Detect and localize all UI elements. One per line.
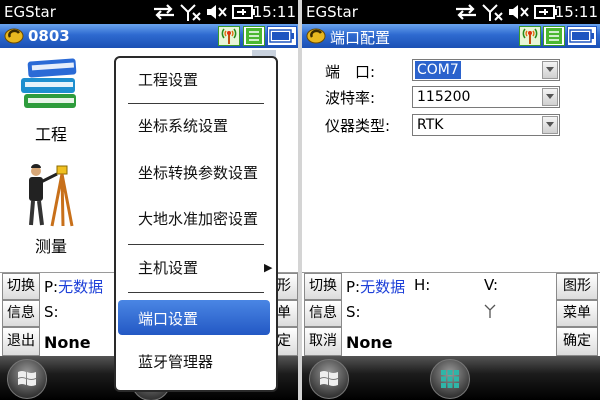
menu-item-receiver-settings[interactable]: 主机设置 ▶ <box>116 254 276 282</box>
solution-status: None <box>346 333 393 352</box>
chevron-down-icon[interactable] <box>542 88 558 106</box>
menu-item-geoid-densification[interactable]: 大地水准加密设置 <box>116 205 276 233</box>
menu-item-project-settings[interactable]: 工程设置 <box>116 66 276 94</box>
page-title: 端口配置 <box>330 29 391 47</box>
graph-button[interactable]: 图形 <box>556 273 598 300</box>
menu-divider <box>128 103 264 104</box>
page-title: 0803 <box>28 27 70 45</box>
info-button[interactable]: 信息 <box>304 300 342 327</box>
app-name: EGStar <box>306 3 358 21</box>
satellite-label: S: <box>346 303 361 321</box>
menu-item-transform-params[interactable]: 坐标转换参数设置 <box>116 159 276 187</box>
menu-item-label: 端口设置 <box>138 310 199 328</box>
egstar-logo-icon <box>306 28 326 48</box>
windows-logo-icon <box>18 371 36 386</box>
exit-button[interactable]: 退出 <box>2 327 40 356</box>
list-icon[interactable] <box>543 26 565 50</box>
switch-button[interactable]: 切换 <box>304 273 342 300</box>
signal-off-icon[interactable] <box>482 4 504 25</box>
status-bar: EGStar 15:11 <box>302 0 600 24</box>
confirm-button[interactable]: 确定 <box>556 327 598 356</box>
menu-item-bluetooth-manager[interactable]: 蓝牙管理器 <box>116 348 276 376</box>
chevron-down-icon[interactable] <box>542 116 558 134</box>
taskbar <box>302 356 600 400</box>
menu-divider <box>128 292 264 293</box>
position-status: P:无数据 <box>44 276 103 297</box>
antenna-icon <box>484 304 496 322</box>
cancel-button[interactable]: 取消 <box>304 327 342 356</box>
signal-off-icon[interactable] <box>180 4 202 25</box>
keyboard-button[interactable] <box>430 359 470 399</box>
sync-arrows-icon[interactable] <box>454 4 478 24</box>
start-button[interactable] <box>309 359 349 399</box>
home-item-project-label[interactable]: 工程 <box>35 121 67 145</box>
instrument-type-value: RTK <box>417 117 444 133</box>
info-button[interactable]: 信息 <box>2 300 40 327</box>
surveyor-tripod-icon[interactable] <box>22 162 82 232</box>
menu-divider <box>128 244 264 245</box>
submenu-arrow-icon: ▶ <box>264 261 273 274</box>
menu-item-label: 主机设置 <box>138 259 199 277</box>
menu-item-coordinate-system[interactable]: 坐标系统设置 <box>116 112 276 140</box>
baud-rate-select[interactable]: 115200 <box>412 86 560 108</box>
device-battery-icon[interactable] <box>267 26 297 50</box>
position-value: 无数据 <box>360 278 406 296</box>
status-bar: EGStar 15:11 <box>0 0 298 24</box>
egstar-logo-icon <box>4 28 24 48</box>
port-label: 端 口: <box>325 63 376 81</box>
settings-menu: 工程设置 坐标系统设置 坐标转换参数设置 大地水准加密设置 主机设置 ▶ 端口设… <box>114 56 278 392</box>
menu-item-label: 蓝牙管理器 <box>138 353 214 371</box>
chevron-down-icon[interactable] <box>542 61 558 79</box>
info-panel: 切换 信息 取消 P:无数据 H: V: S: None 图形 菜单 确定 <box>302 272 600 357</box>
baud-rate-value: 115200 <box>417 89 471 105</box>
port-config-form: 端 口: COM7 波特率: 115200 仪器类型: RTK <box>302 48 600 272</box>
start-button[interactable] <box>7 359 47 399</box>
satellite-label: S: <box>44 303 59 321</box>
vertical-precision-label: V: <box>484 276 499 294</box>
clock[interactable]: 15:11 <box>555 3 598 21</box>
speaker-muted-icon[interactable] <box>206 4 228 24</box>
main-screen: EGStar 15:11 0803 工程 测量 切换 信息 退出 P:无数据 S… <box>0 0 298 400</box>
title-bar: 0803 <box>0 24 298 48</box>
port-value: COM7 <box>415 61 461 79</box>
position-label: P: <box>346 278 361 296</box>
sync-arrows-icon[interactable] <box>152 4 176 24</box>
solution-status: None <box>44 333 91 352</box>
home-item-survey-label[interactable]: 测量 <box>35 233 67 257</box>
keyboard-grid-icon <box>441 370 459 388</box>
app-name: EGStar <box>4 3 56 21</box>
position-value: 无数据 <box>58 278 104 296</box>
clock[interactable]: 15:11 <box>253 3 296 21</box>
horizontal-precision-label: H: <box>414 276 431 294</box>
position-label: P: <box>44 278 59 296</box>
menu-item-label: 坐标系统设置 <box>138 117 229 135</box>
menu-item-label: 大地水准加密设置 <box>138 210 259 228</box>
books-icon[interactable] <box>18 54 80 116</box>
wireless-status-icon[interactable] <box>218 26 240 50</box>
position-status: P:无数据 <box>346 276 405 297</box>
device-battery-icon[interactable] <box>567 26 597 50</box>
menu-item-port-settings[interactable]: 端口设置 <box>118 300 270 335</box>
baud-rate-label: 波特率: <box>325 89 376 107</box>
speaker-muted-icon[interactable] <box>508 4 530 24</box>
instrument-type-label: 仪器类型: <box>325 117 391 135</box>
list-icon[interactable] <box>243 26 265 50</box>
menu-item-label: 坐标转换参数设置 <box>138 164 259 182</box>
wireless-status-icon[interactable] <box>519 26 541 50</box>
menu-item-label: 工程设置 <box>138 71 199 89</box>
port-config-screen: EGStar 15:11 端口配置 端 口: COM7 波特率: 115200 … <box>302 0 600 400</box>
windows-logo-icon <box>320 371 338 386</box>
instrument-type-select[interactable]: RTK <box>412 114 560 136</box>
port-select[interactable]: COM7 <box>412 59 560 81</box>
title-bar: 端口配置 <box>302 24 600 48</box>
menu-button[interactable]: 菜单 <box>556 300 598 327</box>
switch-button[interactable]: 切换 <box>2 273 40 300</box>
